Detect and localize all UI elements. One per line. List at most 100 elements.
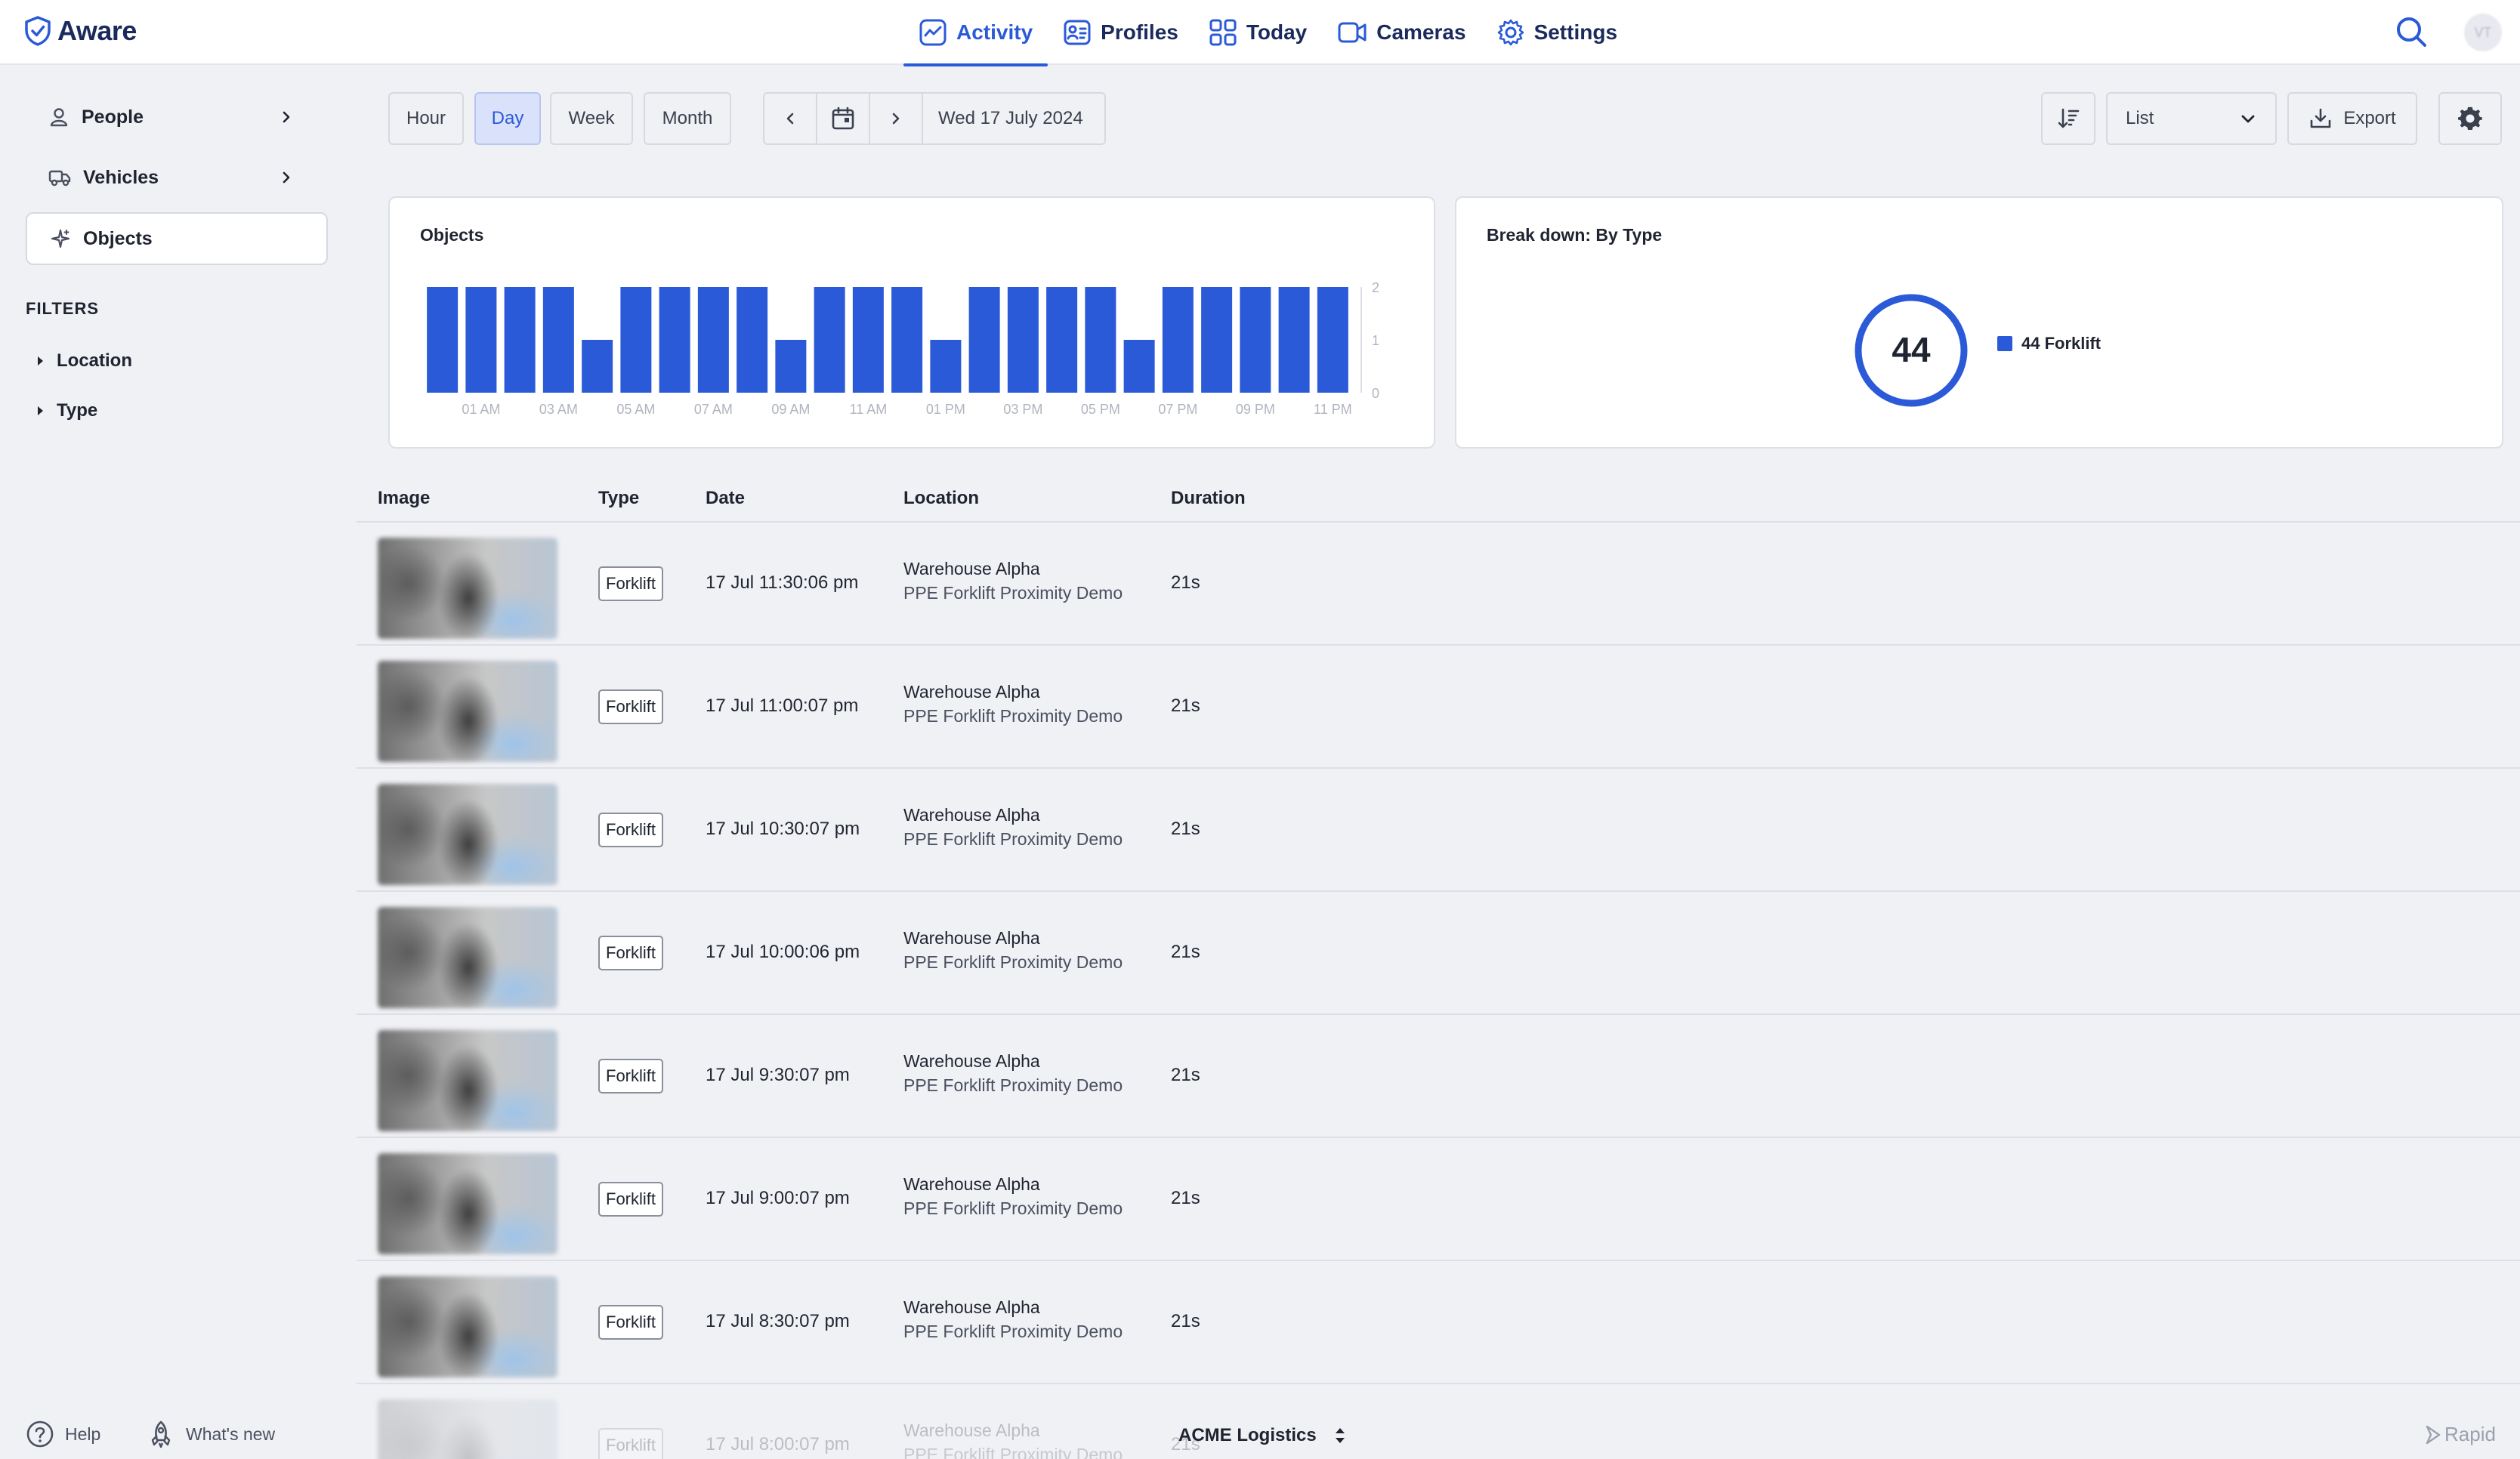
whats-new-link[interactable]: What's new <box>147 1420 275 1448</box>
period-day-button[interactable]: Day <box>474 92 541 145</box>
view-select[interactable]: List <box>2106 92 2277 145</box>
column-header-location: Location <box>903 488 979 508</box>
nav-cameras[interactable]: Cameras <box>1322 0 1481 65</box>
y-tick-label: 2 <box>1372 280 1379 295</box>
sidebar-item-vehicles[interactable]: Vehicles <box>26 151 328 204</box>
previous-date-button[interactable] <box>764 94 817 143</box>
x-tick-label: 11 AM <box>850 402 888 417</box>
sidebar-item-objects[interactable]: Objects <box>26 212 328 265</box>
cog-icon <box>2457 106 2482 130</box>
event-thumbnail[interactable] <box>378 1276 557 1377</box>
event-location: Warehouse Alpha <box>903 1420 1040 1440</box>
chart-bar <box>504 287 536 393</box>
nav-activity[interactable]: Activity <box>903 0 1048 66</box>
nav-profiles[interactable]: Profiles <box>1048 0 1194 65</box>
event-camera: PPE Forklift Proximity Demo <box>903 1445 1123 1459</box>
settings-button[interactable] <box>2438 92 2502 145</box>
event-date: 17 Jul 8:30:07 pm <box>706 1311 850 1331</box>
event-thumbnail[interactable] <box>378 1030 557 1131</box>
grid-icon <box>1209 19 1237 46</box>
breakdown-legend-item[interactable]: 44 Forklift <box>1997 334 2101 353</box>
rapid-brand: Rapid <box>2425 1423 2496 1446</box>
filter-type[interactable]: Type <box>38 400 97 421</box>
nav-settings[interactable]: Settings <box>1481 0 1632 65</box>
sidebar-item-label: Vehicles <box>83 166 159 188</box>
download-icon <box>2311 108 2331 128</box>
period-month-button[interactable]: Month <box>644 92 731 145</box>
sidebar-item-people[interactable]: People <box>26 91 328 143</box>
event-duration: 21s <box>1171 1188 1200 1208</box>
event-duration: 21s <box>1171 1311 1200 1331</box>
app-name: Aware <box>57 15 137 46</box>
event-thumbnail[interactable] <box>378 907 557 1008</box>
organization-select[interactable]: ACME Logistics <box>1178 1425 1347 1446</box>
nav-profiles-label: Profiles <box>1101 20 1178 44</box>
nav-today[interactable]: Today <box>1194 0 1322 65</box>
current-date-label[interactable]: Wed 17 July 2024 <box>923 94 1104 143</box>
objects-bar-chart: 0 1 2 01 AM 03 AM 05 AM 07 AM 09 AM 11 AM 01 PM 03… <box>427 280 1379 417</box>
type-badge: Forklift <box>598 936 663 970</box>
app-logo[interactable]: Aware <box>24 14 137 48</box>
help-link[interactable]: Help <box>26 1420 100 1448</box>
event-thumbnail[interactable] <box>378 1153 557 1254</box>
y-tick-label: 1 <box>1372 333 1379 348</box>
event-duration: 21s <box>1171 572 1200 593</box>
table-row[interactable]: Forklift 17 Jul 10:30:07 pm Warehouse Alph… <box>357 769 2520 892</box>
chart-bar <box>1162 287 1194 393</box>
event-camera: PPE Forklift Proximity Demo <box>903 1322 1123 1341</box>
filter-label: Type <box>57 400 98 421</box>
chart-bar <box>659 287 690 393</box>
event-duration: 21s <box>1171 1065 1200 1085</box>
period-hour-button[interactable]: Hour <box>388 92 464 145</box>
event-thumbnail[interactable] <box>378 538 557 639</box>
table-row[interactable]: Forklift 17 Jul 11:30:06 pm Warehouse Alph… <box>357 523 2520 646</box>
chevron-left-icon <box>786 113 794 125</box>
event-camera: PPE Forklift Proximity Demo <box>903 1198 1123 1218</box>
chart-bar <box>465 287 497 393</box>
camera-icon <box>1338 22 1367 43</box>
event-thumbnail[interactable] <box>378 1399 557 1459</box>
chart-bar <box>968 287 1000 393</box>
chevron-down-icon <box>2241 115 2255 123</box>
x-tick-label: 05 PM <box>1081 402 1120 417</box>
caret-right-icon <box>38 406 43 415</box>
table-row[interactable]: Forklift 17 Jul 11:00:07 pm Warehouse Alph… <box>357 646 2520 769</box>
filter-location[interactable]: Location <box>38 350 132 372</box>
main-nav: Activity Profiles Today Cameras Settings <box>903 0 1632 66</box>
sort-icon <box>2058 108 2080 128</box>
whats-new-label: What's new <box>186 1424 276 1444</box>
export-button[interactable]: Export <box>2287 92 2417 145</box>
table-row[interactable]: Forklift 17 Jul 9:00:07 pm Warehouse Alpha… <box>357 1138 2520 1261</box>
chart-bar <box>891 287 923 393</box>
period-week-button[interactable]: Week <box>550 92 633 145</box>
legend-label: 44 Forklift <box>2021 334 2102 353</box>
search-button[interactable] <box>2393 14 2429 50</box>
next-date-button[interactable] <box>870 94 923 143</box>
objects-chart-card: Objects 0 1 2 01 AM 03 AM 05 AM 07 AM 09 AM 11 A… <box>388 196 1435 449</box>
x-tick-label: 03 PM <box>1003 402 1042 417</box>
table-row[interactable]: Forklift 17 Jul 8:00:07 pm Warehouse Alpha… <box>357 1384 2520 1459</box>
legend-swatch <box>1997 336 2012 351</box>
table-row[interactable]: Forklift 17 Jul 8:30:07 pm Warehouse Alpha… <box>357 1261 2520 1384</box>
table-row[interactable]: Forklift 17 Jul 10:00:06 pm Warehouse Alph… <box>357 892 2520 1015</box>
sidebar-item-label: People <box>82 106 144 128</box>
event-thumbnail[interactable] <box>378 784 557 885</box>
avatar[interactable]: VT <box>2464 14 2502 51</box>
column-header-date: Date <box>706 488 746 508</box>
chart-bar <box>1317 287 1348 393</box>
event-duration: 21s <box>1171 819 1200 839</box>
sort-button[interactable] <box>2041 92 2095 145</box>
event-camera: PPE Forklift Proximity Demo <box>903 1075 1123 1095</box>
calendar-button[interactable] <box>817 94 870 143</box>
nav-activity-label: Activity <box>956 20 1033 44</box>
table-row[interactable]: Forklift 17 Jul 9:30:07 pm Warehouse Alpha… <box>357 1015 2520 1138</box>
gear-icon <box>1497 19 1524 46</box>
chart-bar <box>930 340 962 393</box>
sidebar-item-label: Objects <box>83 227 153 249</box>
event-location: Warehouse Alpha <box>903 805 1040 825</box>
event-thumbnail[interactable] <box>378 661 557 762</box>
event-date: 17 Jul 8:00:07 pm <box>706 1434 850 1454</box>
nav-cameras-label: Cameras <box>1376 20 1466 44</box>
chart-bar <box>1007 287 1039 393</box>
nav-today-label: Today <box>1246 20 1308 44</box>
